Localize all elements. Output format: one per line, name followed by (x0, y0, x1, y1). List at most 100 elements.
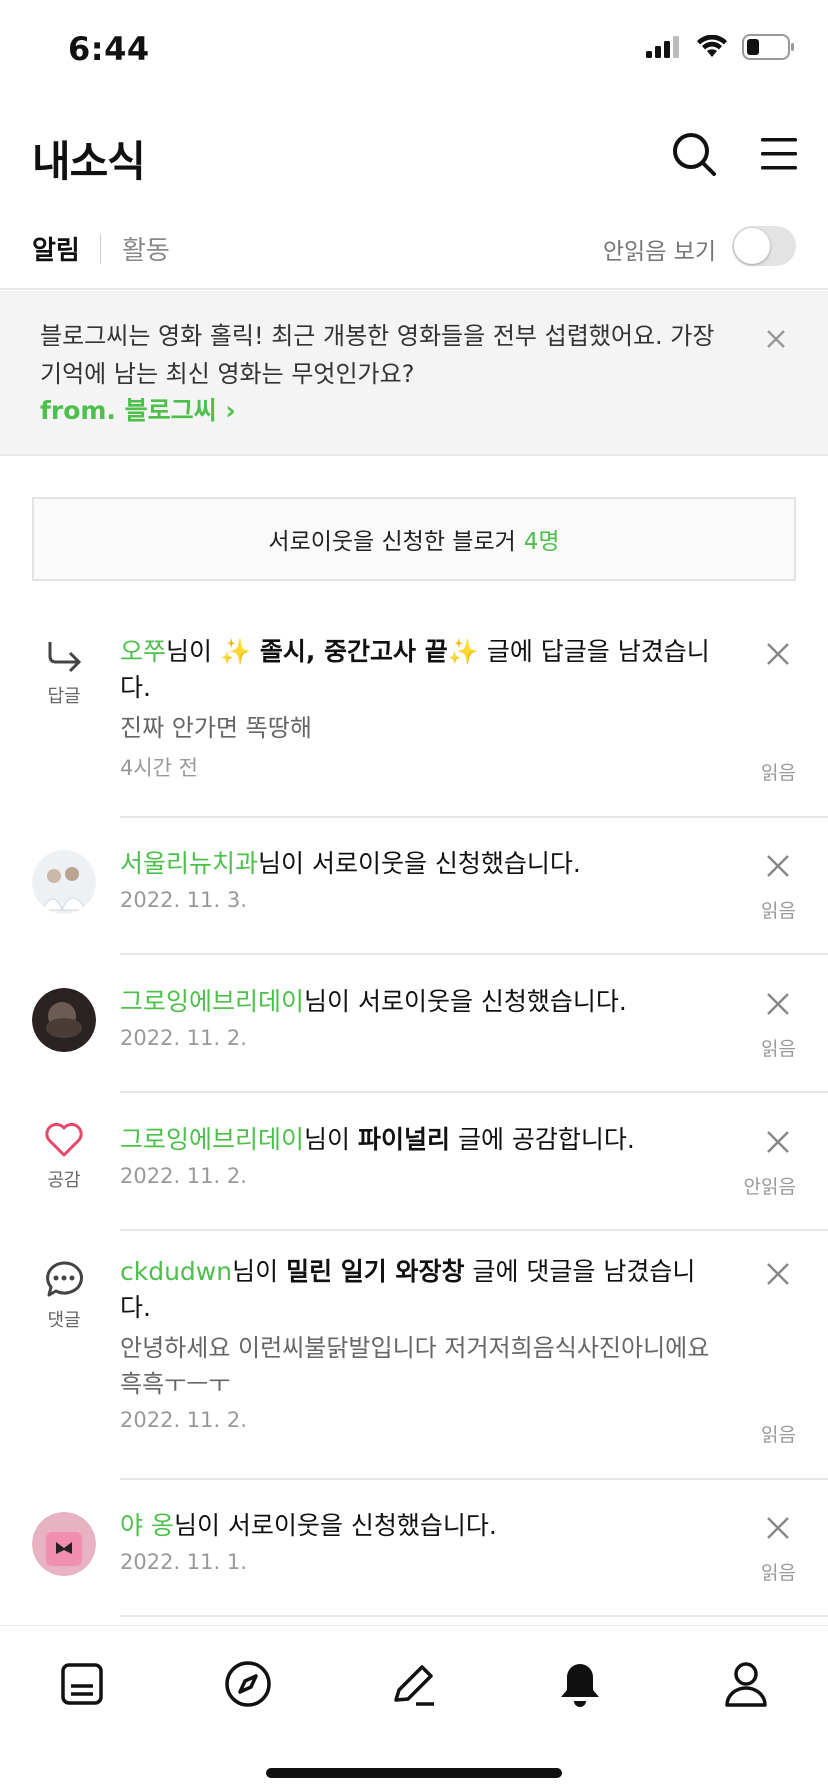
signal-icon (646, 36, 679, 58)
notification-user[interactable]: 서울리뉴치과 (120, 849, 258, 878)
avatar[interactable] (32, 850, 96, 914)
reply-type: 답글 (32, 640, 96, 708)
notification-pre: 님이 (166, 637, 213, 666)
divider (120, 1615, 828, 1617)
bottom-nav (0, 1625, 828, 1792)
notification-body: 야 옹님이 서로이웃을 신청했습니다. 2022. 11. 1. (120, 1508, 720, 1574)
notification-action: 님이 서로이웃을 신청했습니다. (173, 1511, 497, 1540)
notification-date: 2022. 11. 1. (120, 1550, 247, 1574)
neighbor-request-label: 서로이웃을 신청한 블로거 (268, 529, 516, 555)
search-icon (673, 133, 716, 176)
neighbor-request-count: 4명 (523, 529, 560, 555)
tab-divider (100, 234, 101, 264)
close-icon[interactable] (764, 1260, 792, 1288)
notification-body: ckdudwn님이 밀린 일기 와장창 글에 댓글을 남겼습니다. 안녕하세요 … (120, 1254, 720, 1432)
header: 내소식 (0, 118, 828, 198)
notification-user[interactable]: ckdudwn (120, 1257, 232, 1286)
notification-user[interactable]: 야 옹 (120, 1511, 174, 1540)
notification-user[interactable]: 오쭈 (120, 637, 166, 666)
notification-pre: 님이 (232, 1257, 279, 1286)
person-icon (725, 1662, 767, 1707)
notification-date: 2022. 11. 2. (120, 1026, 247, 1050)
page-title: 내소식 (32, 137, 146, 186)
notification-pre: 님이 (304, 1125, 351, 1154)
notification-message: ckdudwn님이 밀린 일기 와장창 글에 댓글을 남겼습니다. (120, 1254, 720, 1326)
notification-excerpt: 진짜 안가면 똑땅해 (120, 714, 312, 742)
close-icon[interactable] (764, 1128, 792, 1156)
read-state: 읽음 (761, 1038, 796, 1060)
like-caption: 공감 (47, 1170, 81, 1191)
home-indicator (266, 1768, 562, 1778)
heart-icon (45, 1122, 83, 1157)
close-icon[interactable] (764, 1514, 792, 1542)
comment-type: 댓글 (32, 1260, 96, 1332)
avatar-wrap (32, 1512, 96, 1580)
avatar[interactable] (32, 1512, 96, 1576)
reply-arrow-icon (48, 642, 82, 673)
search-button[interactable] (666, 126, 722, 182)
nav-notifications[interactable] (548, 1652, 612, 1716)
notification-body: 오쭈님이 ✨ 졸시, 중간고사 끝✨ 글에 답글을 남겼습니다. 진짜 안가면 … (120, 634, 720, 782)
close-icon[interactable] (760, 323, 792, 355)
nav-feed[interactable] (50, 1652, 114, 1716)
divider (120, 1229, 828, 1231)
battery-icon (742, 34, 794, 60)
notification-post-title[interactable]: 밀린 일기 와장창 (286, 1257, 464, 1286)
read-state: 읽음 (761, 1562, 796, 1584)
nav-explore[interactable] (216, 1652, 280, 1716)
notification-user[interactable]: 그로잉에브리데이 (120, 987, 304, 1016)
notification-post-suffix: 글에 공감합니다. (457, 1125, 635, 1154)
comment-bubble-icon (46, 1261, 83, 1297)
notification-action: 님이 서로이웃을 신청했습니다. (304, 987, 627, 1016)
read-state: 읽음 (761, 762, 796, 784)
neighbor-request-box[interactable]: 서로이웃을 신청한 블로거 4명 (32, 497, 796, 581)
notification-date: 2022. 11. 2. (120, 1408, 247, 1432)
notification-body: 그로잉에브리데이님이 서로이웃을 신청했습니다. 2022. 11. 2. (120, 984, 720, 1050)
close-icon[interactable] (764, 990, 792, 1018)
wifi-icon (697, 35, 727, 57)
avatar-wrap (32, 988, 96, 1056)
tab-activity[interactable]: 활동 (122, 230, 170, 267)
divider (120, 953, 828, 955)
tab-notifications[interactable]: 알림 (32, 230, 80, 267)
unread-toggle[interactable] (732, 226, 796, 266)
notification-excerpt: 안녕하세요 이런씨불닭발입니다 저거저희음식사진아니에요 흑흑ㅜㅡㅜ (120, 1334, 710, 1398)
read-state: 읽음 (761, 900, 796, 922)
close-icon[interactable] (764, 852, 792, 880)
status-bar: 6:44 (0, 0, 828, 100)
comment-caption: 댓글 (47, 1310, 81, 1331)
notification-message: 오쭈님이 ✨ 졸시, 중간고사 끝✨ 글에 답글을 남겼습니다. (120, 634, 720, 706)
notification-date: 2022. 11. 2. (120, 1164, 247, 1188)
status-time: 6:44 (68, 30, 150, 68)
notification-post-title[interactable]: ✨ 졸시, 중간고사 끝✨ (220, 637, 479, 666)
reply-caption: 답글 (47, 686, 81, 707)
close-icon[interactable] (764, 640, 792, 668)
compass-icon (225, 1661, 271, 1707)
notification-body: 서울리뉴치과님이 서로이웃을 신청했습니다. 2022. 11. 3. (120, 846, 720, 912)
notification-action: 님이 서로이웃을 신청했습니다. (258, 849, 581, 878)
nav-write[interactable] (382, 1652, 446, 1716)
notification-post-title[interactable]: 파이널리 (358, 1125, 450, 1154)
status-icons (646, 34, 796, 60)
unread-toggle-label: 안읽음 보기 (602, 239, 716, 265)
avatar-wrap (32, 850, 96, 918)
notice-from-link[interactable]: from. 블로그씨 › (40, 391, 236, 427)
menu-button[interactable] (751, 126, 807, 182)
divider (120, 1091, 828, 1093)
notification-message: 서울리뉴치과님이 서로이웃을 신청했습니다. (120, 846, 720, 882)
blog-notice-banner[interactable]: 블로그씨는 영화 홀릭! 최근 개봉한 영화들을 전부 섭렵했어요. 가장 기억… (0, 291, 828, 456)
pencil-icon (394, 1665, 434, 1706)
notification-body: 그로잉에브리데이님이 파이널리 글에 공감합니다. 2022. 11. 2. (120, 1122, 720, 1188)
toggle-knob (734, 228, 770, 264)
read-state: 안읽음 (743, 1176, 796, 1198)
notification-date: 2022. 11. 3. (120, 888, 247, 912)
notification-message: 그로잉에브리데이님이 서로이웃을 신청했습니다. (120, 984, 720, 1020)
read-state: 읽음 (761, 1424, 796, 1446)
tabs-row: 알림 활동 안읽음 보기 (0, 218, 828, 290)
avatar[interactable] (32, 988, 96, 1052)
like-type: 공감 (32, 1122, 96, 1192)
notification-user[interactable]: 그로잉에브리데이 (120, 1125, 304, 1154)
nav-profile[interactable] (714, 1652, 778, 1716)
notification-message: 야 옹님이 서로이웃을 신청했습니다. (120, 1508, 720, 1544)
bell-icon (561, 1664, 599, 1707)
